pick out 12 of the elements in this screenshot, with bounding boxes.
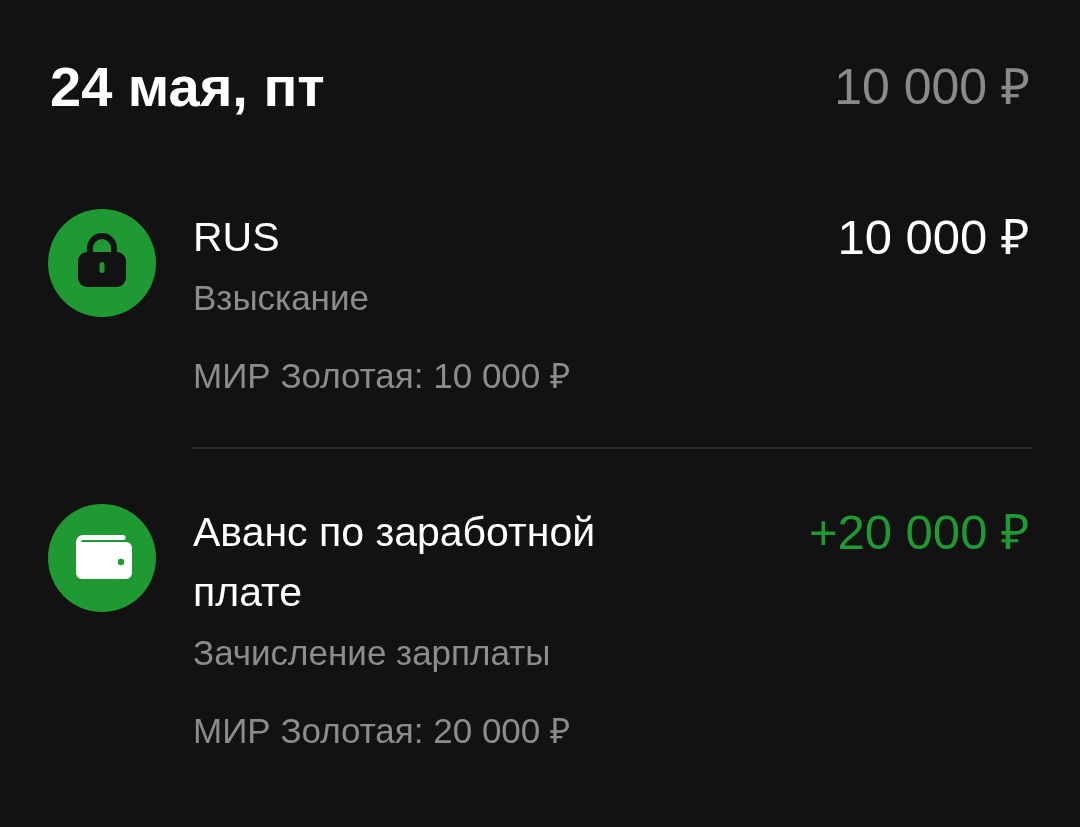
card-balance: МИР Золотая: 10 000 ₽: [193, 355, 571, 397]
transaction-amount: +20 000 ₽: [808, 504, 1030, 561]
transaction-title: Аванс по заработной плате: [193, 508, 597, 617]
day-date: 24 мая, пт: [50, 54, 325, 120]
transaction-category: Зачисление зарплаты: [193, 632, 552, 674]
transaction-amount: 10 000 ₽: [837, 209, 1030, 266]
card-balance: МИР Золотая: 20 000 ₽: [193, 710, 571, 752]
transaction-title: RUS: [193, 213, 281, 262]
wallet-icon: [48, 504, 156, 612]
day-total: 10 000 ₽: [834, 58, 1030, 117]
padlock-icon: [48, 209, 156, 317]
transaction-category: Взыскание: [193, 277, 370, 319]
